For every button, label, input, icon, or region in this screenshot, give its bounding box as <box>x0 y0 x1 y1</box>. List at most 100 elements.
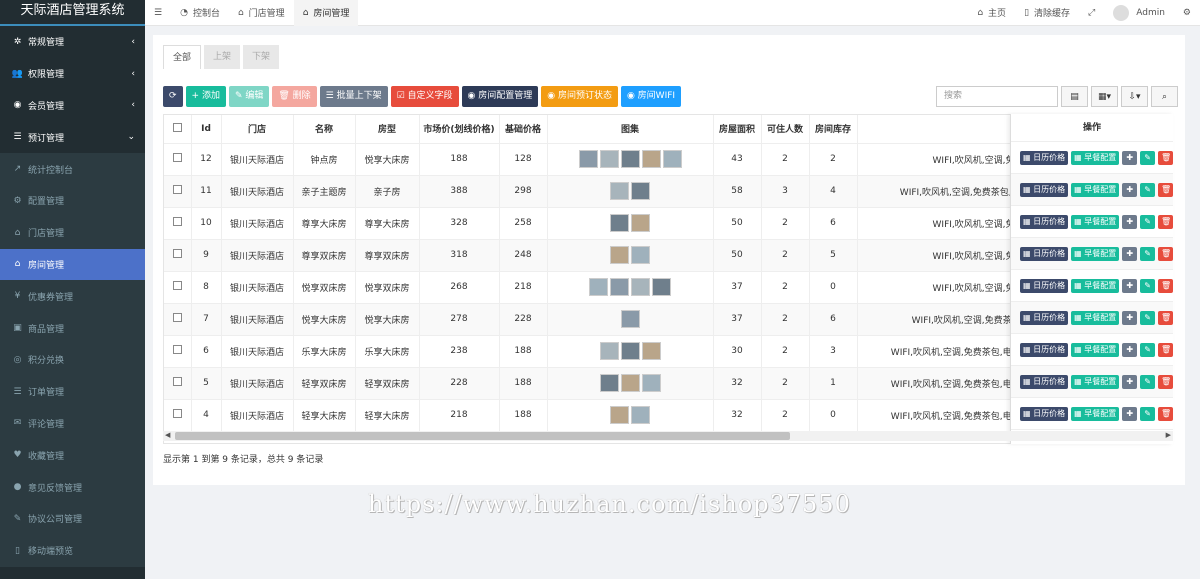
calendar-price-button[interactable]: ▦ 日历价格 <box>1020 374 1069 389</box>
edit-row-button[interactable]: ✎ <box>1140 246 1155 261</box>
breakfast-config-button[interactable]: ▦ 早餐配置 <box>1071 342 1120 357</box>
col-market-price[interactable]: 市场价(划线价格) <box>419 115 500 144</box>
delete-row-button[interactable]: 🗑 <box>1158 310 1173 325</box>
room-thumbnail[interactable] <box>620 150 640 168</box>
edit-row-button[interactable]: ✎ <box>1140 182 1155 197</box>
horizontal-scrollbar[interactable]: ◀ ▶ <box>163 431 1173 441</box>
scrollbar-thumb[interactable] <box>175 432 790 440</box>
delete-row-button[interactable]: 🗑 <box>1158 342 1173 357</box>
sidebar-item-10[interactable]: ◎ 积分兑换 <box>0 343 145 376</box>
sidebar-item-5[interactable]: ⚙ 配置管理 <box>0 184 145 217</box>
breakfast-config-button[interactable]: ▦ 早餐配置 <box>1071 182 1120 197</box>
col-store[interactable]: 门店 <box>221 115 294 144</box>
sidebar-item-14[interactable]: ● 意见反馈管理 <box>0 471 145 503</box>
sidebar-item-15[interactable]: ✎ 协议公司管理 <box>0 502 145 535</box>
col-name[interactable]: 名称 <box>293 115 356 144</box>
delete-row-button[interactable]: 🗑 <box>1158 246 1173 261</box>
drag-button[interactable]: ✚ <box>1122 214 1138 229</box>
calendar-price-button[interactable]: ▦ 日历价格 <box>1020 182 1069 197</box>
sidebar-item-0[interactable]: ✲ 常规管理 ‹ <box>0 26 145 58</box>
drag-button[interactable]: ✚ <box>1122 374 1138 389</box>
room-thumbnail[interactable] <box>620 342 640 360</box>
select-all-checkbox[interactable] <box>164 115 192 144</box>
edit-row-button[interactable]: ✎ <box>1140 342 1155 357</box>
room-config-button[interactable]: ◉ 房间配置管理 <box>461 86 539 107</box>
columns-button[interactable]: ▦▾ <box>1091 86 1118 107</box>
col-type[interactable]: 房型 <box>355 115 420 144</box>
drag-button[interactable]: ✚ <box>1122 342 1138 357</box>
row-checkbox[interactable] <box>164 207 192 240</box>
search-button[interactable]: ⌕ <box>1151 86 1178 107</box>
sidebar-item-9[interactable]: ▣ 商品管理 <box>0 312 145 344</box>
edit-row-button[interactable]: ✎ <box>1140 150 1155 165</box>
tab-off-shelf[interactable]: 下架 <box>243 45 280 69</box>
tab-room[interactable]: ⌂ 房间管理 <box>293 0 359 26</box>
col-id[interactable]: Id <box>191 115 222 144</box>
row-checkbox[interactable] <box>164 175 192 208</box>
delete-row-button[interactable]: 🗑 <box>1158 214 1173 229</box>
row-checkbox[interactable] <box>164 335 192 368</box>
edit-row-button[interactable]: ✎ <box>1140 406 1155 421</box>
room-thumbnail[interactable] <box>641 374 661 392</box>
room-booking-status-button[interactable]: ◉ 房间预订状态 <box>541 86 618 107</box>
calendar-price-button[interactable]: ▦ 日历价格 <box>1020 150 1069 165</box>
sidebar-item-8[interactable]: ¥ 优惠券管理 <box>0 280 145 313</box>
breakfast-config-button[interactable]: ▦ 早餐配置 <box>1071 310 1120 325</box>
tab-on-shelf[interactable]: 上架 <box>204 45 241 69</box>
row-checkbox[interactable] <box>164 399 192 432</box>
sidebar-item-1[interactable]: 👥 权限管理 ‹ <box>0 58 145 90</box>
room-thumbnail[interactable] <box>620 310 640 328</box>
scroll-right-icon[interactable]: ▶ <box>1166 431 1171 439</box>
breakfast-config-button[interactable]: ▦ 早餐配置 <box>1071 246 1120 261</box>
home-link[interactable]: ⌂ 主页 <box>968 0 1015 26</box>
drag-button[interactable]: ✚ <box>1122 150 1138 165</box>
edit-row-button[interactable]: ✎ <box>1140 374 1155 389</box>
sidebar-item-13[interactable]: ♥ 收藏管理 <box>0 439 145 472</box>
col-area[interactable]: 房屋面积 <box>713 115 762 144</box>
room-thumbnail[interactable] <box>631 406 650 424</box>
edit-button[interactable]: ✎ 编辑 <box>228 86 270 107</box>
room-thumbnail[interactable] <box>610 406 629 424</box>
room-thumbnail[interactable] <box>631 278 650 296</box>
batch-shelf-button[interactable]: ☰ 批量上下架 <box>319 86 388 107</box>
room-thumbnail[interactable] <box>589 278 608 296</box>
export-button[interactable]: ⇩▾ <box>1121 86 1148 107</box>
edit-row-button[interactable]: ✎ <box>1140 310 1155 325</box>
drag-button[interactable]: ✚ <box>1122 310 1138 325</box>
sidebar-item-11[interactable]: ☰ 订单管理 <box>0 375 145 408</box>
breakfast-config-button[interactable]: ▦ 早餐配置 <box>1071 214 1120 229</box>
sidebar-item-16[interactable]: ▯ 移动端预览 <box>0 534 145 567</box>
room-thumbnail[interactable] <box>631 246 650 264</box>
custom-field-button[interactable]: ☑ 自定义字段 <box>390 86 459 107</box>
scroll-left-icon[interactable]: ◀ <box>165 431 170 439</box>
search-input[interactable]: 搜索 <box>936 86 1058 107</box>
tab-dashboard[interactable]: ◔ 控制台 <box>171 0 229 26</box>
room-thumbnail[interactable] <box>662 150 682 168</box>
room-thumbnail[interactable] <box>610 182 629 200</box>
settings-button[interactable]: ⚙ <box>1174 0 1200 26</box>
room-thumbnail[interactable] <box>631 182 650 200</box>
room-thumbnail[interactable] <box>652 278 671 296</box>
room-thumbnail[interactable] <box>610 246 629 264</box>
delete-row-button[interactable]: 🗑 <box>1158 406 1173 421</box>
room-thumbnail[interactable] <box>620 374 640 392</box>
room-thumbnail[interactable] <box>610 278 629 296</box>
delete-row-button[interactable]: 🗑 <box>1158 278 1173 293</box>
toggle-view-button[interactable]: ▤ <box>1061 86 1088 107</box>
row-checkbox[interactable] <box>164 271 192 304</box>
sidebar-item-4[interactable]: ↗ 统计控制台 <box>0 153 145 185</box>
row-checkbox[interactable] <box>164 367 192 400</box>
breakfast-config-button[interactable]: ▦ 早餐配置 <box>1071 374 1120 389</box>
row-checkbox[interactable] <box>164 143 192 176</box>
breakfast-config-button[interactable]: ▦ 早餐配置 <box>1071 278 1120 293</box>
calendar-price-button[interactable]: ▦ 日历价格 <box>1020 310 1069 325</box>
col-people[interactable]: 可住人数 <box>761 115 810 144</box>
add-button[interactable]: + 添加 <box>185 86 226 107</box>
calendar-price-button[interactable]: ▦ 日历价格 <box>1020 278 1069 293</box>
edit-row-button[interactable]: ✎ <box>1140 278 1155 293</box>
col-base-price[interactable]: 基础价格 <box>499 115 548 144</box>
delete-row-button[interactable]: 🗑 <box>1158 150 1173 165</box>
sidebar-item-2[interactable]: ◉ 会员管理 ‹ <box>0 90 145 122</box>
room-thumbnail[interactable] <box>599 342 619 360</box>
room-thumbnail[interactable] <box>641 150 661 168</box>
